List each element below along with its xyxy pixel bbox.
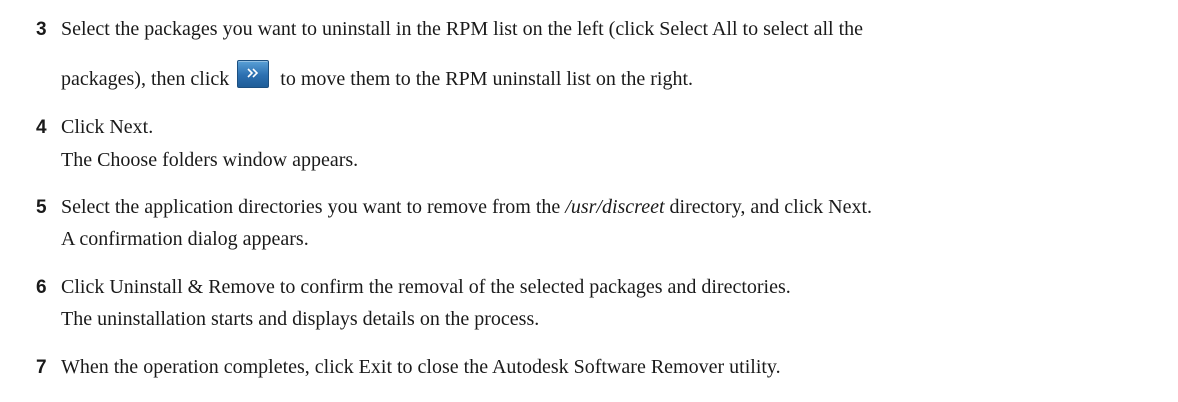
step-text-line: Select the packages you want to uninstal…	[61, 17, 863, 41]
step-number: 4	[36, 117, 47, 138]
step-text: packages), then click	[61, 68, 230, 90]
step-number: 3	[36, 19, 47, 40]
directory-path: /usr/discreet	[565, 196, 665, 218]
step-text-line: packages), then click to move them to th…	[61, 60, 693, 91]
step-result: The Choose folders window appears.	[61, 149, 359, 171]
step-result-line: A confirmation dialog appears.	[61, 227, 309, 251]
step-text: Select the packages you want to uninstal…	[61, 18, 864, 40]
step-result: The uninstallation starts and displays d…	[61, 308, 540, 330]
step-text: Click Next.	[61, 116, 154, 138]
step-text: to move them to the RPM uninstall list o…	[280, 68, 694, 90]
step-text: directory, and click Next.	[669, 196, 873, 218]
step-number: 6	[36, 277, 47, 298]
step-text-line: When the operation completes, click Exit…	[61, 355, 781, 379]
step-text: Select the application directories you w…	[61, 196, 561, 218]
step-text-line: Select the application directories you w…	[61, 195, 872, 219]
move-right-button-image	[237, 60, 270, 88]
step-text-line: Click Next.	[61, 115, 153, 139]
double-chevron-right-icon	[247, 68, 259, 78]
step-text: Click Uninstall & Remove to confirm the …	[61, 276, 791, 298]
step-text-line: Click Uninstall & Remove to confirm the …	[61, 275, 791, 299]
step-number: 5	[36, 197, 47, 218]
step-result: A confirmation dialog appears.	[61, 228, 309, 250]
step-result-line: The uninstallation starts and displays d…	[61, 307, 539, 331]
step-result-line: The Choose folders window appears.	[61, 148, 358, 172]
step-number: 7	[36, 357, 47, 378]
step-text: When the operation completes, click Exit…	[61, 356, 781, 378]
